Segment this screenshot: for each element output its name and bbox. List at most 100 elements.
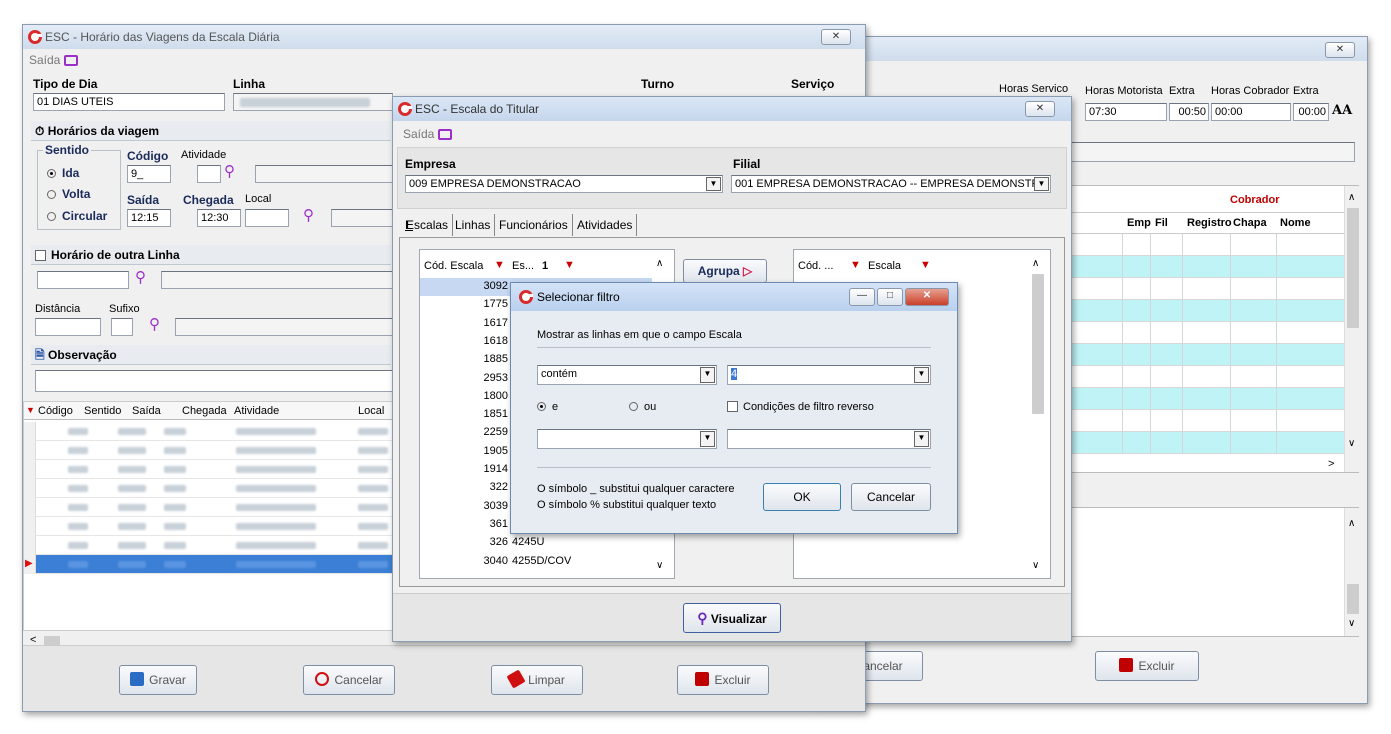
col-codigo[interactable]: Código — [38, 405, 73, 417]
outra-linha-search-icon[interactable]: ⚲ — [135, 270, 151, 287]
font-size-icon[interactable]: AA — [1332, 103, 1352, 118]
local-field[interactable] — [245, 209, 289, 227]
table-row[interactable] — [1070, 432, 1344, 454]
scroll-up-icon-2[interactable]: ∧ — [1348, 518, 1355, 529]
table-row[interactable] — [24, 441, 394, 460]
ok-button[interactable]: OK — [763, 483, 841, 511]
right-scroll-down-icon[interactable]: ∨ — [1032, 560, 1039, 571]
filter-icon-2[interactable]: ▼ — [564, 259, 575, 271]
col-cod-escala[interactable]: Cód. Escala — [424, 260, 483, 272]
escala-row[interactable]: 3040 4255D/COV — [420, 553, 652, 571]
table-row[interactable] — [1070, 388, 1344, 410]
scroll-thumb[interactable] — [1347, 208, 1359, 328]
filial-dropdown-icon[interactable]: ▼ — [1034, 177, 1049, 191]
col-local[interactable]: Local — [358, 405, 384, 417]
outra-linha-checkbox[interactable] — [35, 250, 46, 261]
reverse-checkbox[interactable]: Condições de filtro reverso — [727, 401, 874, 413]
tipo-dia-field[interactable]: 01 DIAS UTEIS — [33, 93, 225, 111]
bg-excluir-button[interactable]: Excluir — [1095, 651, 1199, 681]
operator2-select[interactable]: ▼ — [537, 429, 717, 449]
extra1-field[interactable]: 00:50 — [1169, 103, 1209, 121]
agrupa-button[interactable]: Agrupa ▷ — [683, 259, 767, 283]
filter-value-input[interactable]: 4 ▼ — [727, 365, 931, 385]
table-row[interactable] — [24, 498, 394, 517]
empresa-dropdown-icon[interactable]: ▼ — [706, 177, 721, 191]
col-saida[interactable]: Saída — [132, 405, 161, 417]
linha-field[interactable] — [233, 93, 393, 111]
gravar-button[interactable]: Gravar — [119, 665, 197, 695]
tab-atividades[interactable]: Atividades — [573, 214, 638, 236]
filial-select[interactable]: 001 EMPRESA DEMONSTRACAO -- EMPRESA DEMO… — [731, 175, 1051, 193]
table-row[interactable] — [1070, 234, 1344, 256]
value-dropdown-icon[interactable]: ▼ — [914, 367, 929, 383]
table-row[interactable] — [1070, 322, 1344, 344]
filter-cancelar-button[interactable]: Cancelar — [851, 483, 931, 511]
radio-volta[interactable]: Volta — [47, 187, 90, 201]
col-cod-right[interactable]: Cód. ... — [798, 260, 833, 272]
left-scroll-up-icon[interactable]: ∧ — [656, 258, 663, 269]
extra2-field[interactable]: 00:00 — [1293, 103, 1329, 121]
maximize-button[interactable]: □ — [877, 288, 903, 306]
radio-circular[interactable]: Circular — [47, 209, 107, 223]
table-row[interactable] — [24, 517, 394, 536]
main-menu-saida[interactable]: Saída — [29, 53, 79, 67]
filter-icon-4[interactable]: ▼ — [920, 259, 931, 271]
operator-select[interactable]: contém ▼ — [537, 365, 717, 385]
saida-field[interactable]: 12:15 — [127, 209, 171, 227]
col-escala-right[interactable]: Escala — [868, 260, 901, 272]
escala-row[interactable]: 326 4245U — [420, 534, 652, 552]
col-atividade[interactable]: Atividade — [234, 405, 279, 417]
radio-e[interactable]: e — [537, 401, 558, 413]
table-row[interactable] — [1070, 278, 1344, 300]
table-row[interactable] — [24, 460, 394, 479]
sufixo-search-icon[interactable]: ⚲ — [149, 317, 165, 334]
right-scroll-up-icon[interactable]: ∧ — [1032, 258, 1039, 269]
outra-linha-field[interactable] — [37, 271, 129, 289]
scroll-right-icon[interactable]: > — [1328, 458, 1334, 470]
sufixo-field[interactable] — [111, 318, 133, 336]
col-es[interactable]: Es... — [512, 260, 534, 272]
scroll-thumb-2[interactable] — [1347, 584, 1359, 614]
lower-scrollbar[interactable]: ∧ ∨ — [1344, 508, 1360, 636]
distancia-field[interactable] — [35, 318, 101, 336]
radio-ida[interactable]: Ida — [47, 166, 79, 180]
codigo-field[interactable]: 9_ — [127, 165, 171, 183]
table-row[interactable] — [24, 536, 394, 555]
tab-escalas[interactable]: EEscalas — [401, 214, 454, 236]
scroll-down-icon[interactable]: ∨ — [1348, 438, 1355, 449]
operator-dropdown-icon[interactable]: ▼ — [700, 367, 715, 383]
local-search-icon[interactable]: ⚲ — [303, 208, 319, 225]
tab-funcionarios[interactable]: Funcionários — [495, 214, 573, 236]
minimize-button[interactable]: — — [849, 288, 875, 306]
filter-icon-1[interactable]: ▼ — [494, 259, 505, 271]
filter-close-button[interactable]: ✕ — [905, 288, 949, 306]
table-row[interactable] — [24, 479, 394, 498]
atividade-field[interactable] — [197, 165, 221, 183]
col-chegada[interactable]: Chegada — [182, 405, 227, 417]
visualizar-button[interactable]: ⚲ Visualizar — [683, 603, 781, 633]
operator2-dropdown-icon[interactable]: ▼ — [700, 431, 715, 447]
main-excluir-button[interactable]: Excluir — [677, 665, 769, 695]
titular-close-button[interactable]: ✕ — [1025, 101, 1055, 117]
col-sentido[interactable]: Sentido — [84, 405, 121, 417]
observacao-field[interactable] — [35, 370, 393, 392]
value2-dropdown-icon[interactable]: ▼ — [914, 431, 929, 447]
right-scroll-thumb[interactable] — [1032, 274, 1044, 414]
table-row[interactable] — [1070, 366, 1344, 388]
scroll-down-icon-2[interactable]: ∨ — [1348, 618, 1355, 629]
limpar-button[interactable]: Limpar — [491, 665, 583, 695]
tab-linhas[interactable]: Linhas — [451, 214, 496, 236]
table-row[interactable] — [24, 422, 394, 441]
background-close-button[interactable]: ✕ — [1325, 42, 1355, 58]
table-row[interactable] — [1070, 344, 1344, 366]
main-cancelar-button[interactable]: Cancelar — [303, 665, 395, 695]
table-row[interactable] — [1070, 256, 1344, 278]
table-row[interactable] — [1070, 410, 1344, 432]
main-close-button[interactable]: ✕ — [821, 29, 851, 45]
radio-ou[interactable]: ou — [629, 401, 656, 413]
empresa-select[interactable]: 009 EMPRESA DEMONSTRACAO ▼ — [405, 175, 723, 193]
filter-icon-3[interactable]: ▼ — [850, 259, 861, 271]
table-row[interactable] — [1070, 300, 1344, 322]
table-row[interactable]: ▶ — [24, 555, 394, 574]
titular-menu-saida[interactable]: Saída — [403, 127, 453, 141]
